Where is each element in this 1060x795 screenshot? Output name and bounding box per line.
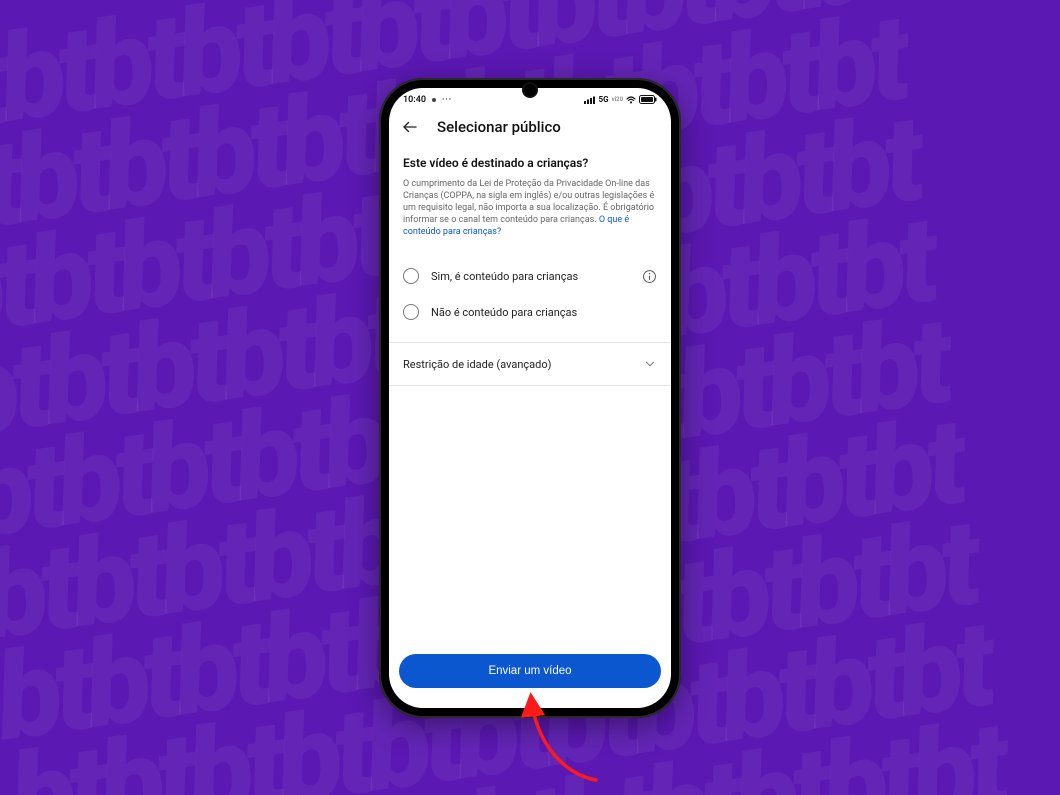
app-header: Selecionar público bbox=[389, 108, 671, 146]
footer: Enviar um vídeo bbox=[389, 644, 671, 708]
wifi-icon bbox=[626, 96, 636, 104]
signal-icon bbox=[584, 96, 596, 104]
audience-section: Este vídeo é destinado a crianças? O cum… bbox=[389, 146, 671, 253]
send-video-button[interactable]: Enviar um vídeo bbox=[399, 654, 661, 688]
spacer bbox=[389, 386, 671, 643]
option-not-kids[interactable]: Não é conteúdo para crianças bbox=[403, 294, 657, 330]
radio-icon bbox=[403, 304, 419, 320]
app-indicator-icon bbox=[430, 96, 438, 104]
option-yes-kids[interactable]: Sim, é conteúdo para crianças bbox=[403, 258, 657, 294]
front-camera-icon bbox=[524, 84, 536, 96]
status-more-icon: ··· bbox=[442, 95, 452, 104]
status-time: 10:40 bbox=[403, 95, 426, 105]
phone-frame: 10:40 ··· 5G vi20 bbox=[379, 78, 681, 718]
info-icon[interactable] bbox=[641, 268, 657, 284]
network-label: 5G bbox=[599, 95, 609, 104]
age-restriction-label: Restrição de idade (avançado) bbox=[403, 358, 551, 371]
battery-icon bbox=[639, 95, 657, 104]
age-restriction-expander[interactable]: Restrição de idade (avançado) bbox=[389, 343, 671, 386]
audience-description: O cumprimento da Lei de Proteção da Priv… bbox=[403, 178, 657, 239]
audience-options: Sim, é conteúdo para crianças Não é cont… bbox=[389, 252, 671, 336]
page-title: Selecionar público bbox=[437, 118, 561, 136]
audience-heading: Este vídeo é destinado a crianças? bbox=[403, 156, 657, 170]
status-right: 5G vi20 bbox=[584, 95, 657, 104]
screen: 10:40 ··· 5G vi20 bbox=[389, 88, 671, 708]
chevron-down-icon bbox=[643, 357, 657, 371]
content-area: Este vídeo é destinado a crianças? O cum… bbox=[389, 146, 671, 708]
status-left: 10:40 ··· bbox=[403, 95, 452, 105]
radio-icon bbox=[403, 268, 419, 284]
back-arrow-icon[interactable] bbox=[401, 118, 419, 136]
option-label: Não é conteúdo para crianças bbox=[431, 306, 657, 319]
option-label: Sim, é conteúdo para crianças bbox=[431, 270, 629, 283]
carrier-small: vi20 bbox=[612, 96, 623, 103]
